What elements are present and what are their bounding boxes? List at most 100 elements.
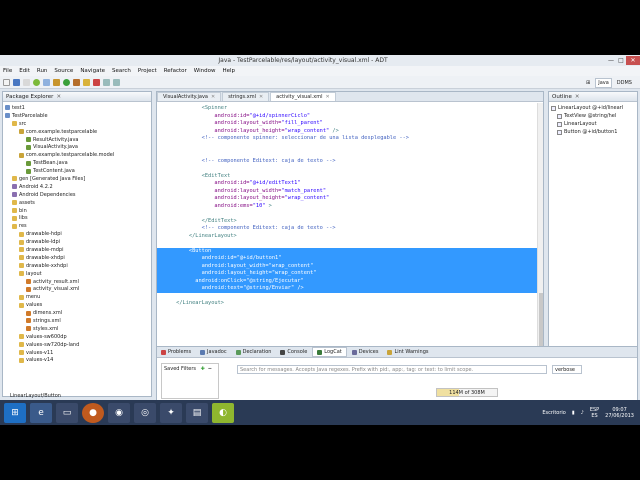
menu-search[interactable]: Search: [112, 68, 131, 74]
outline-item[interactable]: LinearLayout: [551, 120, 635, 128]
editor-tab[interactable]: activity_visual.xml ✕: [270, 92, 336, 101]
language-indicator[interactable]: ESP ES: [590, 407, 599, 419]
tree-item[interactable]: com.example.testparcelable: [5, 128, 151, 136]
tree-item[interactable]: dimens.xml: [5, 309, 151, 317]
menu-run[interactable]: Run: [37, 68, 48, 74]
close-button[interactable]: ✕: [626, 56, 640, 65]
desktop-label[interactable]: Escritorio: [542, 410, 565, 416]
perspective-ddms[interactable]: DDMS: [615, 79, 634, 87]
tree-item[interactable]: drawable-xxhdpi: [5, 262, 151, 270]
print-icon[interactable]: [23, 78, 30, 86]
clock[interactable]: 09:07 27/06/2013: [605, 407, 634, 419]
start-icon[interactable]: ⊞: [4, 402, 26, 423]
close-tab-icon[interactable]: ✕: [211, 94, 215, 100]
menu-source[interactable]: Source: [54, 68, 73, 74]
console-tab-console[interactable]: Console: [276, 348, 311, 356]
close-tab-icon[interactable]: ✕: [259, 94, 263, 100]
tree-item[interactable]: ResultActivity.java: [5, 136, 151, 144]
tree-item[interactable]: styles.xml: [5, 325, 151, 333]
android-sdk-icon[interactable]: [33, 78, 40, 86]
log-level-select[interactable]: verbose: [552, 365, 582, 374]
tree-item[interactable]: drawable-xhdpi: [5, 254, 151, 262]
menu-navigate[interactable]: Navigate: [80, 68, 105, 74]
tree-item[interactable]: gen [Generated Java Files]: [5, 175, 151, 183]
app-icon[interactable]: ✦: [160, 402, 182, 423]
open-type-icon[interactable]: [83, 78, 90, 86]
tree-item[interactable]: test1: [5, 104, 151, 112]
external-tools-icon[interactable]: [73, 78, 80, 86]
tree-item[interactable]: values: [5, 301, 151, 309]
tree-item[interactable]: activity_result.xml: [5, 278, 151, 286]
firefox-icon[interactable]: ●: [82, 402, 104, 423]
console-tab-logcat[interactable]: LogCat: [312, 347, 347, 357]
console-tab-declaration[interactable]: Declaration: [232, 348, 276, 356]
run-icon[interactable]: [63, 78, 70, 86]
media-icon[interactable]: ◎: [134, 402, 156, 423]
tree-item[interactable]: drawable-ldpi: [5, 238, 151, 246]
tree-item[interactable]: strings.xml: [5, 317, 151, 325]
new-icon[interactable]: [3, 78, 10, 86]
console-tab-lint-warnings[interactable]: Lint Warnings: [383, 348, 432, 356]
chrome-icon[interactable]: ◉: [108, 402, 130, 423]
tree-item[interactable]: values-sw720dp-land: [5, 341, 151, 349]
tree-item[interactable]: TestBean.java: [5, 159, 151, 167]
memory-indicator[interactable]: 114M of 308M: [436, 388, 498, 397]
editor-tab[interactable]: VisualActivity.java ✕: [157, 92, 222, 101]
logcat-search-input[interactable]: Search for messages. Accepts Java regexe…: [237, 365, 547, 374]
search-icon[interactable]: [93, 78, 100, 86]
tree-item[interactable]: res: [5, 222, 151, 230]
add-filter-icon[interactable]: ✚: [201, 366, 205, 372]
scroll-thumb[interactable]: [539, 293, 543, 353]
menu-refactor[interactable]: Refactor: [164, 68, 187, 74]
maximize-button[interactable]: □: [616, 56, 626, 65]
back-icon[interactable]: [103, 78, 110, 86]
tree-item[interactable]: TestContent.java: [5, 167, 151, 175]
tree-item[interactable]: drawable-hdpi: [5, 230, 151, 238]
console-tab-problems[interactable]: Problems: [157, 348, 195, 356]
perspective-java[interactable]: Java: [595, 78, 612, 88]
avd-manager-icon[interactable]: [43, 78, 50, 86]
outline-item[interactable]: LinearLayout @+id/linearl: [551, 104, 635, 112]
close-tab-icon[interactable]: ✕: [326, 94, 330, 100]
save-icon[interactable]: [13, 78, 20, 86]
tree-item[interactable]: src: [5, 120, 151, 128]
tree-item[interactable]: values-sw600dp: [5, 333, 151, 341]
tree-item[interactable]: TestParcelable: [5, 112, 151, 120]
debug-icon[interactable]: [53, 78, 60, 86]
tree-item[interactable]: activity_visual.xml: [5, 285, 151, 293]
outline-item[interactable]: TextView @string/hel: [551, 112, 635, 120]
console-tab-javadoc[interactable]: Javadoc: [196, 348, 231, 356]
tools-icon[interactable]: ▤: [186, 402, 208, 423]
minimize-button[interactable]: —: [606, 56, 616, 65]
outline-item[interactable]: Button @+id/button1: [551, 128, 635, 136]
ie-icon[interactable]: e: [30, 402, 52, 423]
menu-project[interactable]: Project: [138, 68, 157, 74]
close-view-icon[interactable]: ✕: [575, 94, 580, 100]
tree-item[interactable]: layout: [5, 270, 151, 278]
menu-window[interactable]: Window: [194, 68, 216, 74]
editor-scrollbar[interactable]: [537, 103, 543, 387]
remove-filter-icon[interactable]: ━: [208, 366, 211, 372]
volume-icon[interactable]: ♪: [581, 410, 584, 416]
tree-item[interactable]: values-v11: [5, 349, 151, 357]
tree-item[interactable]: menu: [5, 293, 151, 301]
code-area[interactable]: <Spinner android:id="@+id/spinnerCiclo" …: [157, 103, 537, 387]
eclipse-icon[interactable]: ◐: [212, 402, 234, 423]
tree-item[interactable]: Android Dependencies: [5, 191, 151, 199]
forward-icon[interactable]: [113, 78, 120, 86]
tree-item[interactable]: assets: [5, 199, 151, 207]
close-view-icon[interactable]: ✕: [56, 94, 61, 100]
tree-item[interactable]: values-v14: [5, 357, 151, 365]
console-tab-devices[interactable]: Devices: [348, 348, 383, 356]
tree-item[interactable]: libs: [5, 214, 151, 222]
open-perspective-icon[interactable]: ⊞: [584, 79, 592, 87]
tree-item[interactable]: VisualActivity.java: [5, 143, 151, 151]
tree-item[interactable]: bin: [5, 207, 151, 215]
menu-edit[interactable]: Edit: [19, 68, 30, 74]
tree-item[interactable]: Android 4.2.2: [5, 183, 151, 191]
menu-file[interactable]: File: [3, 68, 12, 74]
menu-help[interactable]: Help: [222, 68, 235, 74]
editor-tab[interactable]: strings.xml ✕: [222, 92, 270, 101]
folder-icon[interactable]: ▭: [56, 402, 78, 423]
network-icon[interactable]: ▮: [572, 410, 575, 416]
